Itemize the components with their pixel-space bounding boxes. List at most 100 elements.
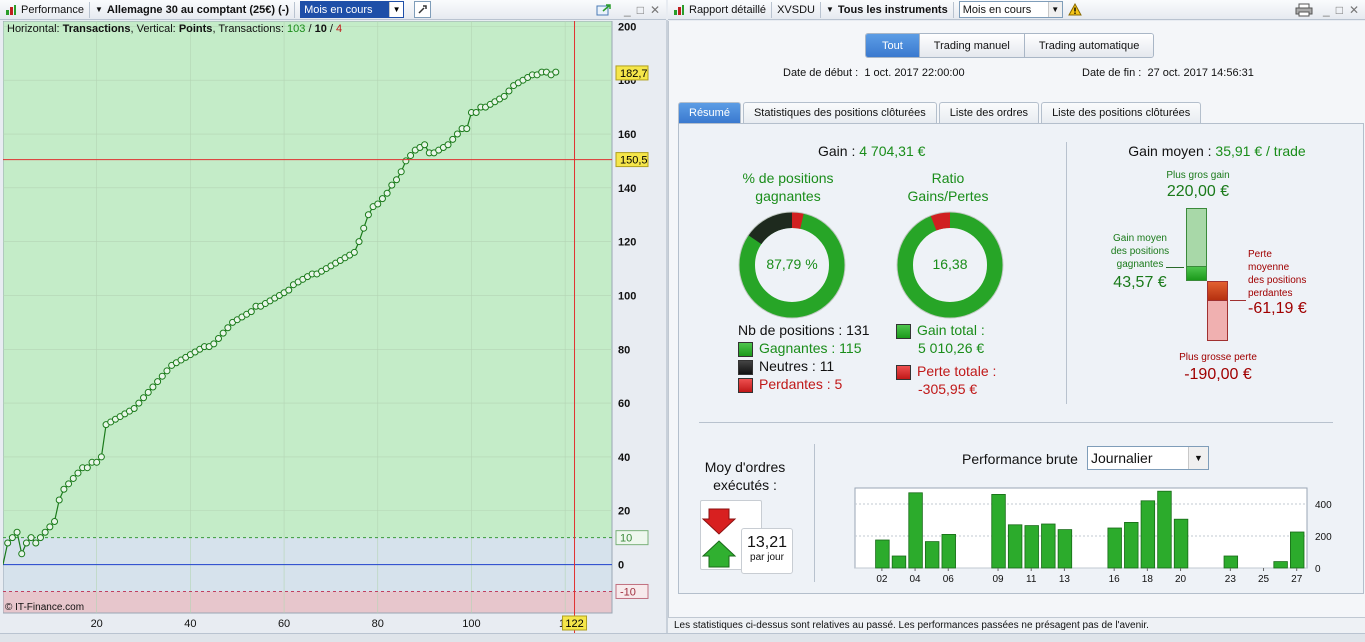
- avg-loss-label-line1: Perte: [1248, 249, 1272, 260]
- avg-win-value: 43,57 €: [1113, 274, 1167, 291]
- warning-icon[interactable]: [1067, 3, 1082, 16]
- equity-curve-svg[interactable]: 0204060801001201401601802002040608010012…: [2, 20, 666, 633]
- segment-all[interactable]: Tout: [866, 34, 920, 57]
- biggest-gain-label: Plus gros gain: [1166, 170, 1230, 181]
- period-select[interactable]: Mois en cours ▼: [300, 1, 405, 18]
- perf-bar: [891, 555, 907, 569]
- perf-title: Performance brute: [962, 451, 1078, 467]
- equity-point: [360, 224, 368, 232]
- equity-point: [74, 469, 82, 477]
- dropdown-arrow-icon[interactable]: ▼: [389, 2, 404, 17]
- dropdown-arrow-icon[interactable]: ▼: [1047, 2, 1062, 17]
- daily-performance-chart[interactable]: 0 200 400 02 04 06 09 11 13 16 18 20 23 25 27: [835, 484, 1335, 584]
- report-period-wrap: Mois en cours ▼: [954, 0, 1068, 20]
- equity-point: [140, 394, 148, 402]
- perf-bar: [875, 539, 890, 569]
- x-tick-label: 40: [184, 618, 196, 630]
- tab-closed-positions-stats[interactable]: Statistiques des positions clôturées: [742, 102, 937, 123]
- tab-summary[interactable]: Résumé: [678, 102, 741, 123]
- instruments-label: Tous les instruments: [837, 3, 948, 16]
- perf-bar: [1107, 527, 1122, 569]
- orders-title-line1: Moy d'ordres: [704, 459, 786, 475]
- equity-point: [552, 68, 560, 76]
- equity-point: [472, 108, 480, 116]
- maximize-icon[interactable]: □: [637, 3, 644, 17]
- ratio-value: 16,38: [932, 256, 968, 272]
- avg-loss-bar: [1207, 281, 1228, 301]
- equity-point: [449, 135, 457, 143]
- detailed-report-label: Rapport détaillé: [689, 3, 767, 16]
- orders-per-day-card: 13,21 par jour: [741, 528, 793, 574]
- bottom-strip: [0, 633, 1365, 642]
- y-tick-label: 40: [618, 452, 630, 464]
- avg-loss-label: Perte moyenne des positions perdantes: [1248, 248, 1328, 300]
- minimize-icon[interactable]: _: [1323, 3, 1330, 17]
- red-square-icon: [738, 377, 753, 393]
- perf-x-tick-label: 11: [1026, 574, 1037, 584]
- left-window-toolbar: Performance ▼ Allemagne 30 au comptant (…: [0, 0, 666, 20]
- equity-point: [144, 388, 152, 396]
- y-tick-label: 60: [618, 398, 630, 410]
- equity-point: [135, 399, 143, 407]
- date-end-label: Date de fin :: [1082, 67, 1142, 79]
- maximize-icon[interactable]: □: [1336, 3, 1343, 17]
- perf-y-tick-label: 200: [1315, 532, 1332, 543]
- perf-bar: [1173, 518, 1189, 569]
- dropdown-arrow-icon[interactable]: ▼: [1188, 447, 1208, 469]
- close-icon[interactable]: ✕: [650, 3, 660, 17]
- report-period-select[interactable]: Mois en cours ▼: [958, 1, 1063, 18]
- wrench-button[interactable]: [414, 1, 432, 18]
- equity-point: [83, 464, 91, 472]
- equity-point: [224, 324, 232, 332]
- equity-point: [214, 335, 222, 343]
- avg-win-arrow: [1166, 267, 1184, 268]
- gain-label: Gain :: [818, 143, 856, 159]
- biggest-loss-label: Plus grosse perte: [1179, 352, 1257, 363]
- x-tick-label: 80: [372, 618, 384, 630]
- perf-y-tick-label: 400: [1315, 500, 1332, 511]
- export-icon[interactable]: [596, 3, 612, 17]
- equity-point: [402, 157, 410, 165]
- instruments-selector[interactable]: ▼ Tous les instruments: [821, 0, 953, 20]
- win-rate-title: % de positions gagnantes: [733, 169, 843, 205]
- equity-point: [378, 195, 386, 203]
- segment-manual[interactable]: Trading manuel: [919, 34, 1025, 57]
- perf-bar: [991, 493, 1006, 569]
- segment-automatic[interactable]: Trading automatique: [1024, 34, 1154, 57]
- minimize-icon[interactable]: _: [624, 3, 631, 17]
- legend-losers-label: Perdantes : 5: [759, 376, 843, 392]
- positions-count: Nb de positions : 131: [738, 322, 870, 338]
- win-rate-value: 87,79 %: [766, 256, 818, 272]
- biggest-gain-bar: [1186, 208, 1207, 266]
- equity-point: [407, 152, 415, 160]
- chart-header-prefix: Horizontal:: [7, 23, 60, 35]
- green-square-icon: [738, 341, 753, 357]
- win-rate-title-line1: % de positions: [742, 170, 834, 186]
- print-icon[interactable]: [1295, 3, 1313, 17]
- performance-title[interactable]: Performance: [0, 0, 89, 20]
- avg-loss-label-line3: des positions: [1248, 275, 1307, 286]
- orders-value: 13,21: [746, 534, 788, 551]
- perf-bar: [1140, 500, 1156, 569]
- instrument-selector[interactable]: ▼ Allemagne 30 au comptant (25€) (-): [90, 0, 294, 20]
- detailed-report-title[interactable]: Rapport détaillé: [668, 0, 771, 20]
- gain-summary: Gain : 4 704,31 €: [818, 143, 925, 159]
- close-icon[interactable]: ✕: [1349, 3, 1359, 17]
- equity-point: [4, 539, 12, 547]
- chart-header-sep: /: [326, 23, 336, 35]
- period-select-value: Mois en cours: [304, 3, 373, 16]
- avg-gain-value: 35,91 € / trade: [1215, 143, 1306, 159]
- tab-closed-positions-list[interactable]: Liste des positions clôturées: [1041, 102, 1202, 123]
- x-tick-label: 100: [462, 618, 480, 630]
- perf-x-tick-label: 13: [1059, 574, 1071, 584]
- perf-x-tick-label: 09: [992, 574, 1004, 584]
- account-label[interactable]: XVSDU: [772, 0, 820, 20]
- avg-gain-label: Gain moyen :: [1128, 143, 1212, 159]
- summary-panel: Gain : 4 704,31 € % de positions gagnant…: [678, 123, 1364, 594]
- tab-orders-list[interactable]: Liste des ordres: [938, 102, 1040, 123]
- chart-header-sep: /: [305, 23, 315, 35]
- avg-gain-summary: Gain moyen : 35,91 € / trade: [1069, 143, 1365, 159]
- equity-point: [22, 539, 30, 547]
- perf-period-select[interactable]: Journalier ▼: [1087, 446, 1209, 470]
- chart-header-transactions-prefix: , Transactions:: [212, 23, 284, 35]
